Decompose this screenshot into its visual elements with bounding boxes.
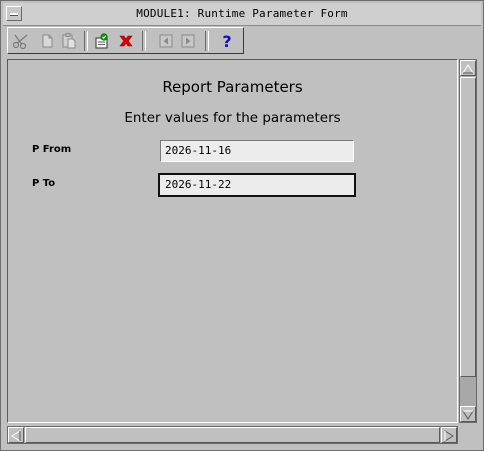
previous-page-icon — [159, 34, 173, 48]
help-icon: ? — [222, 32, 231, 50]
title-bar[interactable]: MODULE1: Runtime Parameter Form — [3, 3, 481, 26]
run-report-button[interactable] — [92, 31, 112, 51]
next-page-icon — [181, 34, 195, 48]
p-to-label: P To — [32, 178, 56, 189]
paste-icon — [62, 33, 76, 49]
cancel-icon — [119, 35, 133, 47]
toolbar: ? — [7, 27, 244, 54]
toolbar-separator — [142, 31, 146, 51]
arrow-right-icon — [444, 430, 454, 442]
p-to-field[interactable]: 2026-11-22 — [158, 173, 356, 197]
window-title: MODULE1: Runtime Parameter Form — [136, 7, 348, 20]
toolbar-separator — [205, 31, 209, 51]
parameter-form-area: Report Parameters Enter values for the p… — [7, 59, 458, 423]
previous-page-button[interactable] — [156, 31, 176, 51]
toolbar-separator — [84, 31, 88, 51]
scroll-down-button[interactable] — [460, 406, 476, 422]
horizontal-scrollbar[interactable] — [7, 426, 458, 444]
p-from-label: P From — [32, 144, 72, 155]
arrow-down-icon — [462, 410, 474, 420]
vertical-scrollbar[interactable] — [459, 59, 477, 423]
scroll-up-button[interactable] — [460, 60, 476, 76]
p-from-field[interactable]: 2026-11-16 — [160, 140, 354, 162]
copy-icon — [42, 34, 53, 48]
paste-button[interactable] — [59, 31, 79, 51]
help-button[interactable]: ? — [217, 31, 237, 51]
form-heading: Report Parameters — [162, 78, 303, 96]
scissors-icon — [12, 34, 28, 50]
vertical-scroll-thumb[interactable] — [460, 77, 476, 377]
scroll-right-button[interactable] — [441, 427, 457, 443]
run-report-icon — [95, 33, 108, 49]
cancel-button[interactable] — [116, 31, 136, 51]
cut-button[interactable] — [11, 31, 31, 51]
copy-button[interactable] — [37, 31, 57, 51]
scrollbar-corner — [459, 426, 477, 444]
horizontal-scroll-thumb[interactable] — [25, 427, 440, 443]
next-page-button[interactable] — [178, 31, 198, 51]
arrow-left-icon — [11, 430, 21, 442]
form-subheading: Enter values for the parameters — [124, 110, 341, 126]
arrow-up-icon — [462, 64, 474, 74]
runtime-parameter-form-window: MODULE1: Runtime Parameter Form ? Report… — [0, 0, 484, 451]
scroll-left-button[interactable] — [8, 427, 24, 443]
svg-text:?: ? — [222, 32, 231, 50]
